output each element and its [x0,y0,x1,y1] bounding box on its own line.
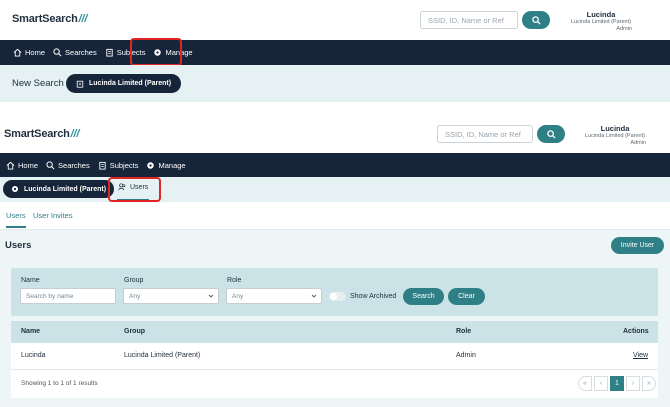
name-filter-label: Name [21,277,40,284]
clipboard-icon [106,48,113,57]
results-summary: Showing 1 to 1 of 1 results [21,380,98,387]
page-1-button[interactable]: 1 [610,376,624,391]
gear-icon [147,161,155,169]
clipboard-icon [99,161,106,170]
search-icon [53,48,62,57]
users-highlight [108,177,161,202]
cell-group: Lucinda Limited (Parent) [124,352,201,359]
org-selector-pill[interactable]: Lucinda Limited (Parent) [3,180,115,198]
search-icon [531,15,541,25]
first-page-button[interactable]: « [578,376,592,391]
name-filter-input[interactable]: Search by name [20,288,116,304]
table-footer [11,370,658,398]
column-header-actions: Actions [623,328,649,335]
search-button[interactable]: Search [403,288,444,305]
user-menu[interactable]: Lucinda Lucinda Limited (Parent) Admin [584,124,646,147]
column-header-role[interactable]: Role [456,328,471,335]
top-sub-header: New Search Lucinda Limited (Parent) [0,65,670,102]
global-search-button[interactable] [537,125,565,143]
home-icon [6,161,15,170]
clear-button[interactable]: Clear [448,288,485,305]
view-user-link[interactable]: View [633,352,648,359]
tabs-bar [0,202,670,230]
table-row [11,343,658,370]
role-filter-select[interactable]: Any [226,288,322,304]
group-filter-select[interactable]: Any [123,288,219,304]
nav-searches[interactable]: Searches [53,48,97,57]
users-table-header [11,321,658,343]
manage-highlight [130,38,182,66]
column-header-group[interactable]: Group [124,328,145,335]
org-selector-pill[interactable]: Lucinda Limited (Parent) [66,74,182,93]
toggle-knob [330,293,337,300]
invite-user-button[interactable]: Invite User [611,237,664,254]
gear-icon [11,185,19,193]
tab-users[interactable]: Users [6,211,26,228]
bottom-header: SmartSearch/// SSID, ID, Name or Ref Luc… [0,116,670,153]
top-header: SmartSearch/// SSID, ID, Name or Ref Luc… [0,0,670,40]
smartsearch-logo[interactable]: SmartSearch/// [12,13,87,25]
global-search-input[interactable]: SSID, ID, Name or Ref [437,125,533,143]
show-archived-toggle[interactable] [329,292,346,301]
show-archived-label: Show Archived [350,293,397,300]
home-icon [13,48,22,57]
chevron-down-icon [311,294,317,298]
column-header-name[interactable]: Name [21,328,40,335]
global-search-input[interactable]: SSID, ID, Name or Ref [420,11,518,29]
top-nav-bar: Home Searches Subjects Manage [0,40,670,65]
group-filter-label: Group [124,277,144,284]
smartsearch-logo[interactable]: SmartSearch/// [4,128,79,140]
search-icon [46,160,55,169]
page-title: New Search [12,78,64,89]
search-icon [546,129,556,139]
next-page-button[interactable]: › [626,376,640,391]
role-filter-label: Role [227,277,242,284]
cell-role: Admin [456,352,476,359]
screenshot-divider [0,102,670,116]
building-icon [76,80,84,88]
user-menu[interactable]: Lucinda Lucinda Limited (Parent) Admin [570,10,632,33]
bottom-sub-header: Lucinda Limited (Parent) Users [0,177,670,202]
global-search-button[interactable] [522,11,550,29]
nav-home[interactable]: Home [13,48,45,57]
prev-page-button[interactable]: ‹ [594,376,608,391]
nav-searches[interactable]: Searches [46,161,90,170]
tab-user-invites[interactable]: User Invites [33,211,73,220]
nav-subjects[interactable]: Subjects [98,161,138,170]
bottom-nav-bar: Home Searches Subjects Manage [0,153,670,177]
nav-home[interactable]: Home [6,161,38,170]
nav-manage[interactable]: Manage [146,161,186,170]
section-title: Users [5,240,32,251]
cell-name: Lucinda [21,352,46,359]
chevron-down-icon [208,294,214,298]
